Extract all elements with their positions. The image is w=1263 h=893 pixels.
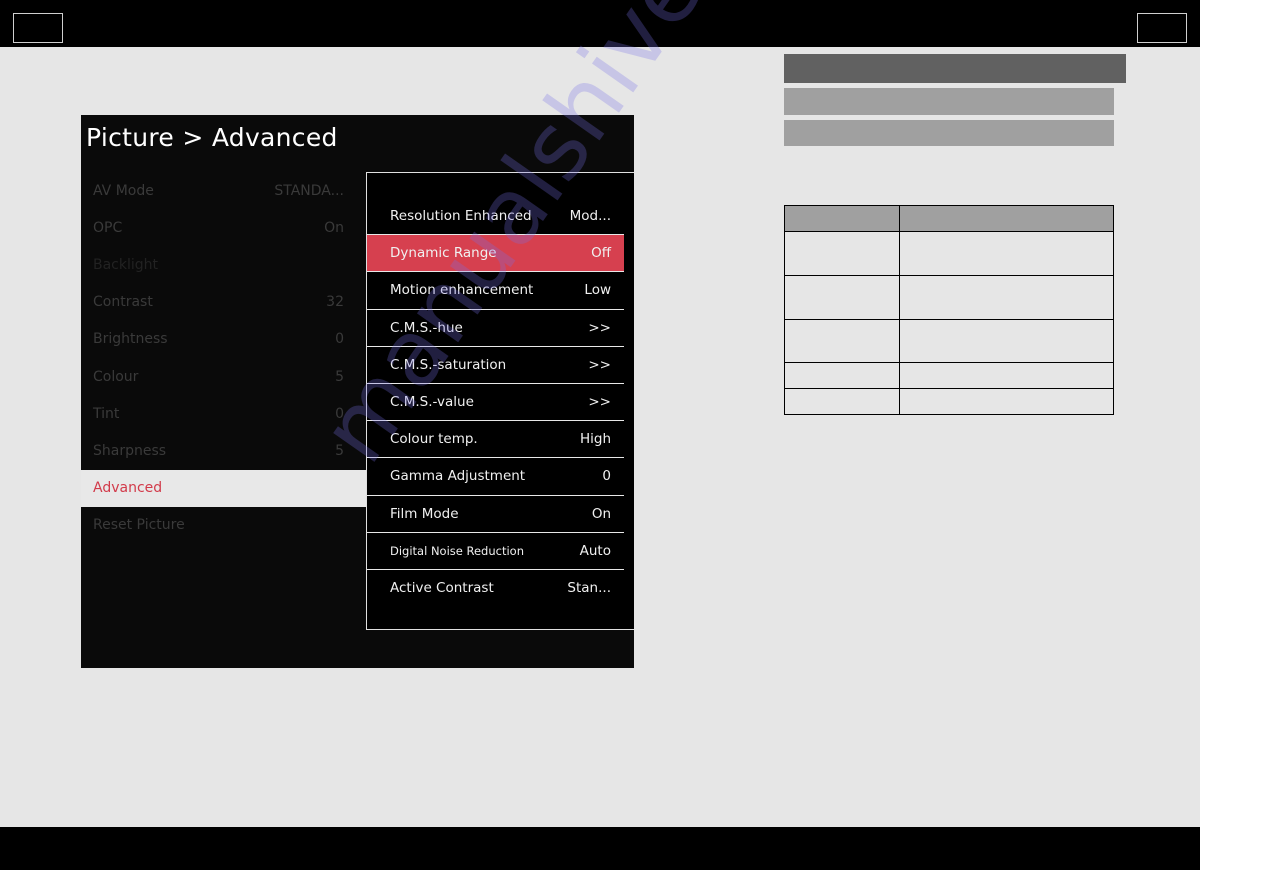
menu-item-value: 32 xyxy=(326,294,344,311)
section-heading-bar xyxy=(784,54,1126,83)
submenu-item-label: Film Mode xyxy=(390,505,459,522)
submenu-item-value: >> xyxy=(588,356,611,373)
menu-item-value: 5 xyxy=(335,368,344,385)
submenu-item-film-mode[interactable]: Film Mode On xyxy=(367,496,624,533)
submenu-item-label: C.M.S.-value xyxy=(390,394,474,411)
submenu-item-digital-noise-reduction[interactable]: Digital Noise Reduction Auto xyxy=(367,533,624,570)
submenu-item-gamma-adjustment[interactable]: Gamma Adjustment 0 xyxy=(367,458,624,496)
menu-item-label: Brightness xyxy=(93,331,168,348)
submenu-item-value: High xyxy=(579,431,611,448)
prev-page-button[interactable] xyxy=(13,13,63,43)
table-row xyxy=(784,362,1114,389)
menu-item-value: On xyxy=(324,219,344,236)
menu-item-label: OPC xyxy=(93,219,123,236)
menu-item-value: STANDA... xyxy=(274,182,344,199)
submenu-item-value: On xyxy=(591,505,611,522)
submenu-item-label: Gamma Adjustment xyxy=(390,468,526,485)
menu-item-tint[interactable]: Tint 0 xyxy=(81,395,366,432)
menu-item-label: Colour xyxy=(93,368,139,385)
menu-title: Picture > Advanced xyxy=(86,123,338,152)
bottom-bar xyxy=(0,827,1200,870)
subheading-bar xyxy=(784,88,1114,115)
table-row xyxy=(784,319,1114,363)
submenu-item-c-m-s-saturation[interactable]: C.M.S.-saturation >> xyxy=(367,347,624,384)
submenu-item-value: >> xyxy=(588,394,611,411)
menu-item-label: Backlight xyxy=(93,256,159,273)
menu-item-label: AV Mode xyxy=(93,182,154,199)
menu-item-reset-picture[interactable]: Reset Picture xyxy=(81,507,366,544)
advanced-submenu: Resolution Enhanced Mod... Dynamic Range Of… xyxy=(366,172,634,630)
submenu-item-label: Motion enhancement xyxy=(390,282,534,299)
submenu-item-label: C.M.S.-hue xyxy=(390,319,463,336)
menu-item-value: 0 xyxy=(335,405,344,422)
submenu-item-value: Mod... xyxy=(569,208,611,225)
submenu-item-active-contrast[interactable]: Active Contrast Stan... xyxy=(367,570,624,607)
submenu-item-label: Active Contrast xyxy=(390,580,494,597)
menu-item-colour[interactable]: Colour 5 xyxy=(81,358,366,395)
menu-item-opc[interactable]: OPC On xyxy=(81,209,366,246)
menu-item-backlight[interactable]: Backlight xyxy=(81,246,366,283)
menu-item-value: 0 xyxy=(335,331,344,348)
menu-item-value: 5 xyxy=(335,442,344,459)
menu-item-label: Contrast xyxy=(93,294,153,311)
submenu-item-value: Auto xyxy=(579,542,611,559)
tv-menu-screenshot: Picture > Advanced AV Mode STANDA... OPC On… xyxy=(81,115,634,668)
settings-table xyxy=(784,205,1114,415)
submenu-item-c-m-s-hue[interactable]: C.M.S.-hue >> xyxy=(367,310,624,347)
subheading-bar xyxy=(784,120,1114,146)
table-header xyxy=(784,205,1114,232)
menu-item-av-mode[interactable]: AV Mode STANDA... xyxy=(81,172,366,209)
submenu-item-colour-temp-[interactable]: Colour temp. High xyxy=(367,421,624,459)
submenu-item-dynamic-range[interactable]: Dynamic Range Off xyxy=(367,235,624,273)
menu-item-label: Sharpness xyxy=(93,442,167,459)
top-bar xyxy=(0,0,1200,47)
menu-item-brightness[interactable]: Brightness 0 xyxy=(81,321,366,358)
submenu-item-label: Resolution Enhanced xyxy=(390,208,532,225)
next-page-button[interactable] xyxy=(1137,13,1187,43)
menu-item-label: Tint xyxy=(93,405,120,422)
submenu-item-value: Low xyxy=(584,282,611,299)
submenu-item-label: C.M.S.-saturation xyxy=(390,356,507,373)
menu-item-contrast[interactable]: Contrast 32 xyxy=(81,284,366,321)
submenu-item-value: 0 xyxy=(602,468,611,485)
submenu-item-value: >> xyxy=(588,319,611,336)
menu-item-advanced[interactable]: Advanced xyxy=(81,469,366,507)
submenu-item-value: Stan... xyxy=(567,580,611,597)
picture-menu-list: AV Mode STANDA... OPC On Backlight Contrast 32… xyxy=(81,172,366,544)
menu-item-sharpness[interactable]: Sharpness 5 xyxy=(81,432,366,469)
submenu-item-c-m-s-value[interactable]: C.M.S.-value >> xyxy=(367,384,624,422)
submenu-item-value: Off xyxy=(591,245,611,262)
table-row xyxy=(784,231,1114,276)
submenu-item-label: Colour temp. xyxy=(390,431,478,448)
submenu-item-label: Digital Noise Reduction xyxy=(390,543,524,558)
table-row xyxy=(784,388,1114,415)
menu-item-label: Advanced xyxy=(93,480,163,497)
menu-item-label: Reset Picture xyxy=(93,517,185,534)
submenu-item-resolution-enhanced[interactable]: Resolution Enhanced Mod... xyxy=(367,198,624,236)
submenu-item-motion-enhancement[interactable]: Motion enhancement Low xyxy=(367,272,624,310)
table-row xyxy=(784,275,1114,320)
submenu-item-label: Dynamic Range xyxy=(390,245,497,262)
